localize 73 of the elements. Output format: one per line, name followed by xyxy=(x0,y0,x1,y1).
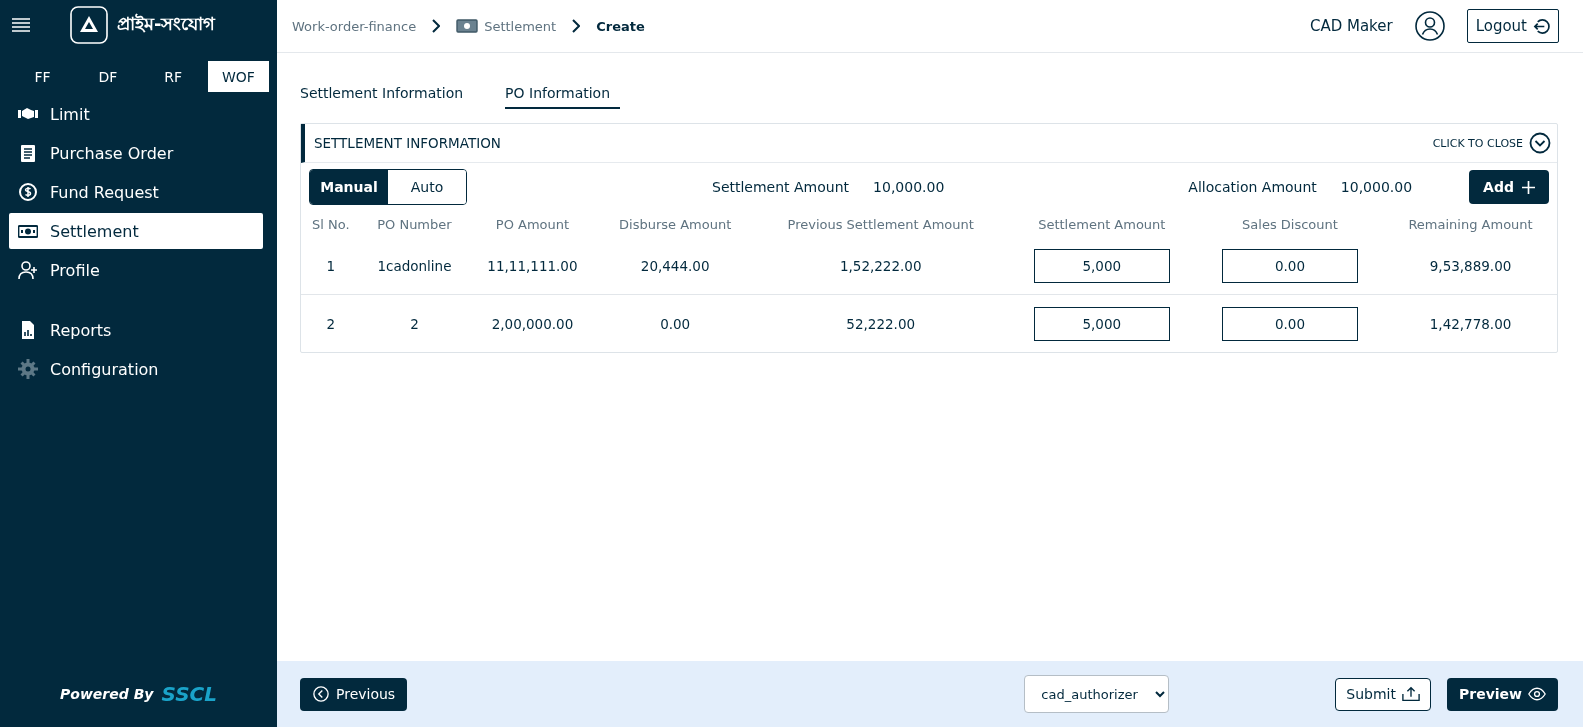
user-icon[interactable] xyxy=(1414,11,1445,41)
column-header: Sl No. xyxy=(311,215,351,234)
sales-discount-field[interactable]: 0.00 xyxy=(1222,306,1358,341)
settlement-amount-value: 10,000.00 xyxy=(873,179,945,195)
settlement-amount-label: Settlement Amount xyxy=(712,179,850,195)
table-cell: 9,53,889.00 xyxy=(1384,237,1557,295)
module-tab[interactable]: RF xyxy=(142,61,204,92)
nav-item[interactable]: Settlement xyxy=(9,213,263,249)
table-cell: 2,00,000.00 xyxy=(468,294,597,352)
breadcrumb-link[interactable]: Settlement xyxy=(484,18,557,34)
brand-name: প্রাইম-সংযোগ xyxy=(117,11,216,36)
nav-item[interactable]: Configuration xyxy=(9,351,263,387)
table-cell: 1,42,778.00 xyxy=(1384,294,1557,352)
module-tab[interactable]: WOF xyxy=(207,61,269,92)
powered-by-text: Powered By xyxy=(60,686,154,702)
module-tab[interactable]: FF xyxy=(12,61,74,92)
submit-button[interactable]: Submit xyxy=(1335,677,1431,711)
menu-icon[interactable] xyxy=(12,18,30,32)
preview-button[interactable]: Preview xyxy=(1447,677,1558,711)
add-button[interactable]: Add xyxy=(1469,170,1549,204)
tab[interactable]: Settlement Information xyxy=(300,83,474,109)
column-header: PO Amount xyxy=(494,215,571,234)
nav-item[interactable]: Limit xyxy=(9,96,263,132)
sales-discount-field[interactable]: 0.00 xyxy=(1222,248,1358,283)
allocation-amount-label: Allocation Amount xyxy=(1188,179,1317,195)
logout-button[interactable]: Logout xyxy=(1466,9,1559,43)
breadcrumb-current: Create xyxy=(596,18,645,34)
role-select[interactable]: cad_authorizer xyxy=(1024,675,1170,713)
document-icon xyxy=(18,143,38,163)
upload-icon xyxy=(1402,686,1420,702)
settlement-amount-field[interactable]: 5,000 xyxy=(1033,248,1170,283)
chevron-right-icon xyxy=(572,19,581,33)
close-panel-button[interactable]: CLICK TO CLOSE xyxy=(1432,132,1551,154)
column-header: PO Number xyxy=(376,215,453,234)
nav-item[interactable]: Profile xyxy=(9,252,263,288)
table-cell: 1,52,222.00 xyxy=(753,237,1008,295)
user-name: CAD Maker xyxy=(1309,17,1393,35)
table-cell: 20,444.00 xyxy=(596,237,754,295)
logo-icon xyxy=(70,6,108,44)
nav-item[interactable]: Fund Request xyxy=(9,174,263,210)
chevron-left-circle-icon xyxy=(312,686,330,702)
gear-icon xyxy=(18,359,38,379)
company-name: SSCL xyxy=(161,682,217,706)
chevron-down-circle-icon xyxy=(1529,132,1551,154)
table-cell: 2 xyxy=(301,294,361,352)
previous-button[interactable]: Previous xyxy=(300,677,408,711)
logout-icon xyxy=(1533,17,1550,35)
column-header: Sales Discount xyxy=(1241,215,1339,234)
column-header: Disburse Amount xyxy=(618,215,733,234)
table-cell: 11,11,111.00 xyxy=(468,237,597,295)
table-cell: 52,222.00 xyxy=(753,294,1008,352)
table-cell: 1 xyxy=(301,237,361,295)
allocation-amount-value: 10,000.00 xyxy=(1340,179,1413,195)
module-tab[interactable]: DF xyxy=(77,61,139,92)
table-cell: 1cadonline xyxy=(360,237,469,295)
table-cell: 0.00 xyxy=(596,294,754,352)
nav-item[interactable]: Purchase Order xyxy=(9,135,263,171)
tab[interactable]: PO Information xyxy=(505,83,621,109)
column-header: Settlement Amount xyxy=(1037,215,1167,234)
eye-icon xyxy=(1528,686,1546,702)
column-header: Previous Settlement Amount xyxy=(786,215,975,234)
cash-icon xyxy=(456,19,479,33)
user-plus-icon xyxy=(18,260,38,280)
column-header: Remaining Amount xyxy=(1407,215,1534,234)
chevron-right-icon xyxy=(432,19,441,33)
panel-title: SETTLEMENT INFORMATION xyxy=(314,135,501,151)
breadcrumb-link[interactable]: Work-order-finance xyxy=(292,18,417,34)
table-cell: 2 xyxy=(360,294,469,352)
mode-option[interactable]: Manual xyxy=(310,170,388,204)
plus-icon xyxy=(1522,180,1535,194)
dollar-icon xyxy=(18,182,38,202)
settlement-amount-field[interactable]: 5,000 xyxy=(1033,306,1170,341)
nav-item[interactable]: Reports xyxy=(9,312,263,348)
